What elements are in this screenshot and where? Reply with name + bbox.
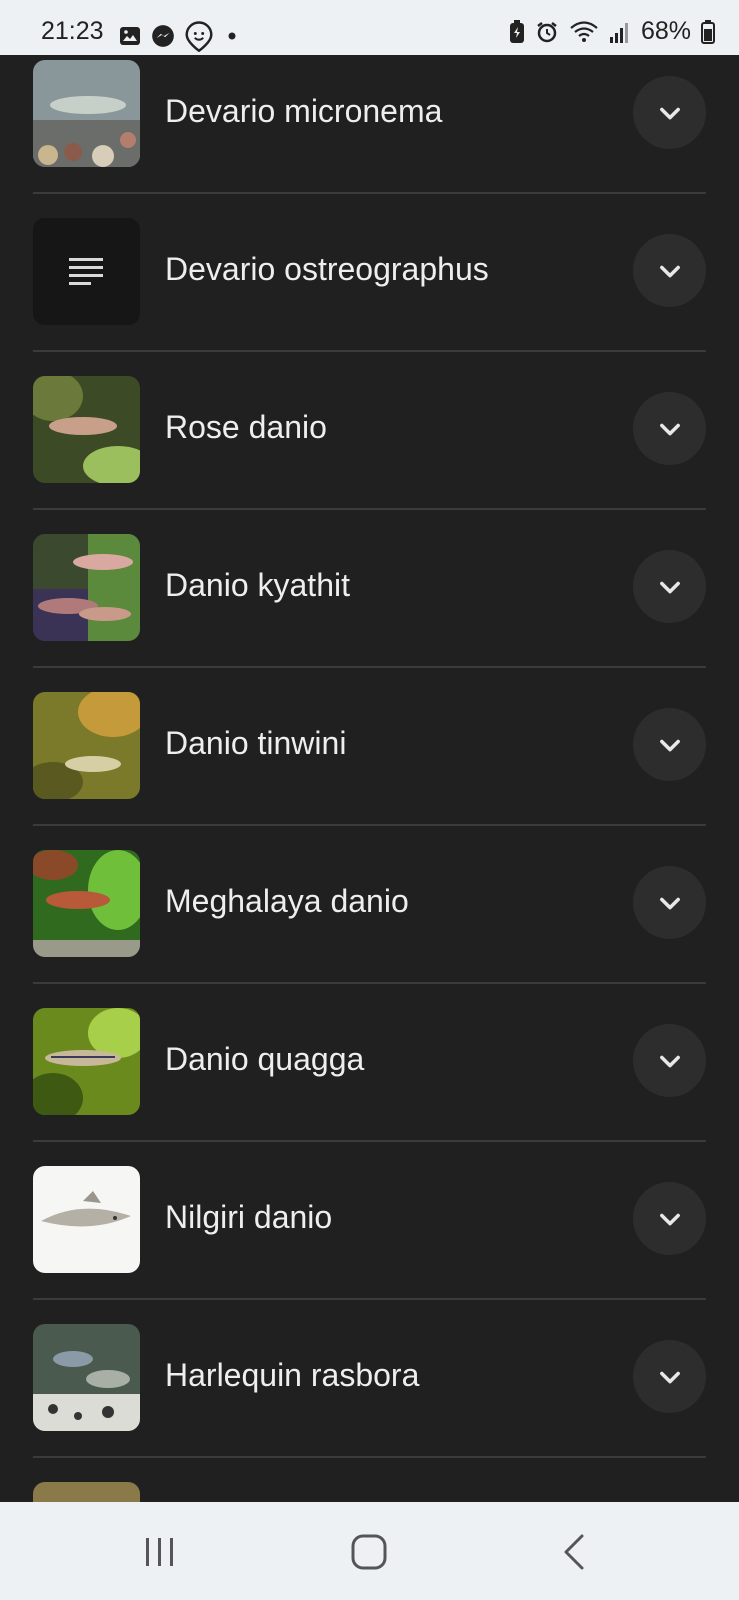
species-thumbnail — [33, 376, 140, 483]
battery-icon — [701, 19, 715, 44]
list-item[interactable]: Meghalaya danio — [33, 845, 706, 1003]
expand-button[interactable] — [633, 234, 706, 307]
expand-button[interactable] — [633, 1340, 706, 1413]
list-item[interactable]: Harlequin rasbora — [33, 1319, 706, 1477]
divider — [33, 1140, 706, 1142]
divider — [33, 824, 706, 826]
species-name: Meghalaya danio — [165, 883, 409, 919]
chevron-down-icon — [659, 1213, 680, 1225]
notification-icons — [118, 20, 242, 52]
home-icon[interactable] — [345, 1528, 393, 1576]
back-icon[interactable] — [552, 1528, 600, 1576]
dot-icon — [228, 32, 236, 40]
battery-saver-icon — [509, 19, 524, 43]
species-name: Nilgiri danio — [165, 1199, 333, 1235]
species-thumbnail — [33, 1324, 140, 1431]
chevron-down-icon — [659, 265, 680, 277]
species-name: Harlequin rasbora — [165, 1357, 420, 1393]
list-item[interactable] — [33, 1477, 706, 1502]
chevron-down-icon — [659, 1055, 680, 1067]
divider — [33, 982, 706, 984]
expand-button[interactable] — [633, 708, 706, 781]
species-thumbnail — [33, 1482, 140, 1502]
chevron-down-icon — [659, 739, 680, 751]
list-item[interactable]: Danio quagga — [33, 1003, 706, 1161]
species-thumbnail-placeholder — [33, 218, 140, 325]
expand-button[interactable] — [633, 550, 706, 623]
wifi-icon — [570, 20, 598, 42]
system-icons: 68% — [509, 17, 715, 46]
divider — [33, 350, 706, 352]
species-name: Danio quagga — [165, 1041, 365, 1077]
list-item[interactable]: Devario micronema — [33, 55, 706, 213]
species-name: Danio tinwini — [165, 725, 347, 761]
expand-button[interactable] — [633, 1024, 706, 1097]
list-item[interactable]: Rose danio — [33, 371, 706, 529]
list-item[interactable]: Danio tinwini — [33, 687, 706, 845]
status-bar: 21:23 68% — [0, 0, 739, 55]
divider — [33, 508, 706, 510]
chevron-down-icon — [659, 1371, 680, 1383]
list-item[interactable]: Nilgiri danio — [33, 1161, 706, 1319]
signal-icon — [609, 22, 628, 43]
clock: 21:23 — [41, 17, 104, 45]
species-thumbnail — [33, 692, 140, 799]
species-thumbnail — [33, 1166, 140, 1273]
chevron-down-icon — [659, 107, 680, 119]
gallery-icon — [120, 27, 140, 45]
list-item[interactable]: Danio kyathit — [33, 529, 706, 687]
divider — [33, 192, 706, 194]
messenger-icon — [152, 25, 174, 47]
expand-button[interactable] — [633, 76, 706, 149]
app-face-icon — [185, 21, 213, 52]
divider — [33, 1298, 706, 1300]
divider — [33, 1456, 706, 1458]
species-name: Devario ostreographus — [165, 251, 489, 287]
battery-percentage: 68% — [640, 17, 691, 45]
divider — [33, 666, 706, 668]
species-thumbnail — [33, 60, 140, 167]
species-name: Rose danio — [165, 409, 327, 445]
expand-button[interactable] — [633, 1182, 706, 1255]
species-list[interactable]: Devario micronema Devario ostreographus … — [0, 55, 739, 1502]
expand-button[interactable] — [633, 866, 706, 939]
species-name: Danio kyathit — [165, 567, 350, 603]
expand-button[interactable] — [633, 392, 706, 465]
chevron-down-icon — [659, 897, 680, 909]
species-name: Devario micronema — [165, 93, 443, 129]
list-item[interactable]: Devario ostreographus — [33, 213, 706, 371]
alarm-icon — [537, 21, 557, 42]
chevron-down-icon — [659, 581, 680, 593]
species-thumbnail — [33, 534, 140, 641]
recent-apps-icon[interactable] — [136, 1528, 184, 1576]
navigation-bar — [0, 1502, 739, 1600]
species-thumbnail — [33, 1008, 140, 1115]
species-thumbnail — [33, 850, 140, 957]
chevron-down-icon — [659, 423, 680, 435]
